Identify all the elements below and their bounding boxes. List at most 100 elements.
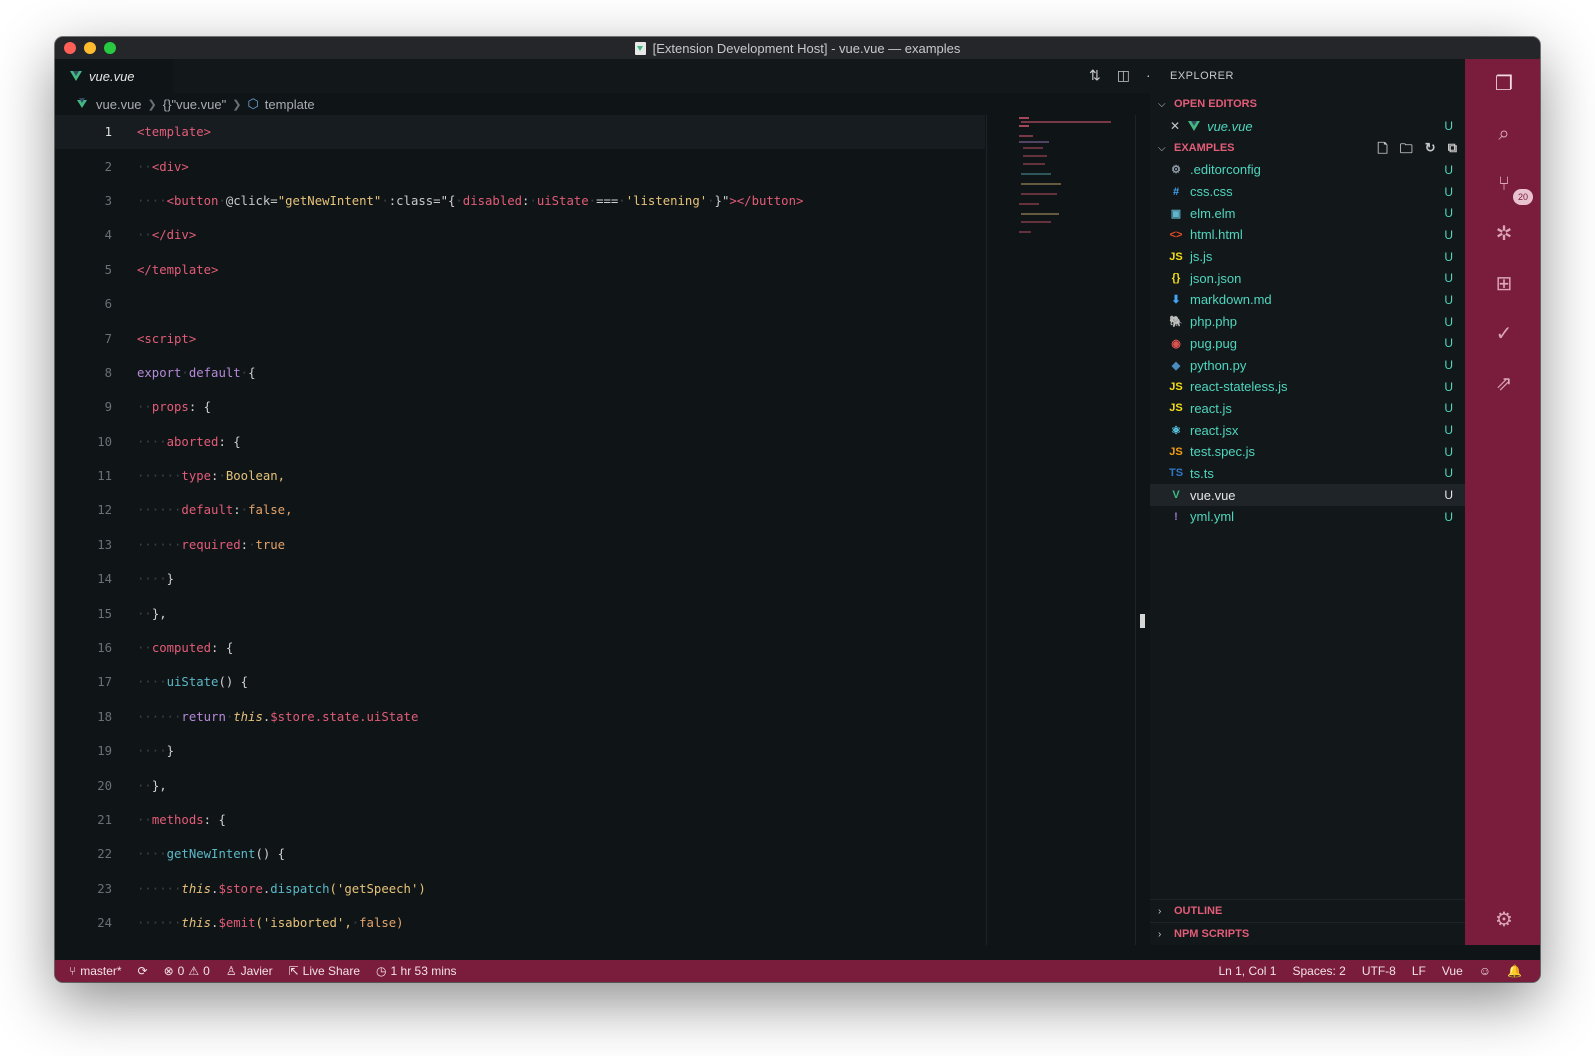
search-icon[interactable]: ⌕ xyxy=(1491,121,1517,147)
user-indicator[interactable]: ♙ Javier xyxy=(226,964,273,978)
indentation[interactable]: Spaces: 2 xyxy=(1292,964,1345,978)
code-line: 20 ··}, xyxy=(55,768,985,802)
code-token: 'listening' xyxy=(625,193,708,208)
breadcrumb-file[interactable]: vue.vue xyxy=(96,97,142,112)
file-name: elm.elm xyxy=(1190,205,1236,221)
line-number: 4 xyxy=(104,228,112,243)
file-tree-item[interactable]: ⚙ .editorconfig U xyxy=(1150,159,1465,181)
sidebar-bottom-sections: › OUTLINE › NPM SCRIPTS xyxy=(1150,899,1465,945)
close-icon[interactable]: ✕ xyxy=(1170,119,1180,133)
section-label: OUTLINE xyxy=(1174,905,1223,917)
window-controls xyxy=(64,42,116,54)
file-tree-item[interactable]: TS ts.ts U xyxy=(1150,463,1465,485)
tab-label: vue.vue xyxy=(89,68,135,84)
file-tree-item[interactable]: ▣ elm.elm U xyxy=(1150,202,1465,224)
outline-header[interactable]: › OUTLINE xyxy=(1150,899,1465,922)
split-editor-icon[interactable]: ◫ xyxy=(1117,67,1130,84)
code-token: methods xyxy=(151,813,204,827)
activity-bar: ❐ ⌕ ⑂ 20 ✲ ⊞ ✓ ⇗ ⚙ xyxy=(1465,59,1540,945)
code-token: uiState xyxy=(166,675,219,690)
settings-gear-icon[interactable]: ⚙ xyxy=(1491,907,1517,933)
language-mode[interactable]: Vue xyxy=(1442,964,1463,978)
time-tracker[interactable]: ◷ 1 hr 53 mins xyxy=(376,964,457,978)
file-tree-item[interactable]: {} json.json U xyxy=(1150,267,1465,289)
close-window-button[interactable] xyxy=(64,42,76,54)
file-tree-item[interactable]: JS test.spec.js U xyxy=(1150,441,1465,463)
file-tree-item[interactable]: Vvue.vue U xyxy=(1150,484,1465,506)
file-name: .editorconfig xyxy=(1190,162,1261,178)
file-tree-item[interactable]: ⚛ react.jsx U xyxy=(1150,419,1465,441)
file-name: php.php xyxy=(1190,314,1237,330)
end-of-line[interactable]: LF xyxy=(1412,964,1426,978)
cursor-position[interactable]: Ln 1, Col 1 xyxy=(1218,964,1276,978)
js-icon: JS xyxy=(1169,250,1183,263)
encoding[interactable]: UTF-8 xyxy=(1362,964,1396,978)
code-token: <template> xyxy=(137,125,212,140)
code-line: 24 ······this.$emit('isaborted',·false) xyxy=(55,906,985,940)
examples-header[interactable]: ⌵ EXAMPLES 🗋 🗀 ↻ ⧉ xyxy=(1150,137,1465,159)
code-line: 5 </template> xyxy=(55,253,985,287)
code-token: props xyxy=(151,400,189,415)
js-icon: JS xyxy=(1169,402,1183,415)
git-status-badge: U xyxy=(1444,271,1453,286)
file-tree-item[interactable]: JS react-stateless.js U xyxy=(1150,376,1465,398)
npm-scripts-header[interactable]: › NPM SCRIPTS xyxy=(1150,922,1465,945)
sync-icon[interactable]: ⟳ xyxy=(138,964,148,978)
files-icon[interactable]: ❐ xyxy=(1491,71,1517,97)
file-tree-item[interactable]: ◆ python.py U xyxy=(1150,354,1465,376)
code-line: 21 ··methods: { xyxy=(55,803,985,837)
line-number: 20 xyxy=(97,778,112,793)
debug-icon[interactable]: ✲ xyxy=(1491,221,1517,247)
open-editor-item[interactable]: ✕ vue.vue U xyxy=(1150,115,1465,137)
code-token: default xyxy=(188,365,241,380)
line-number: 19 xyxy=(97,744,112,759)
compare-changes-icon[interactable]: ⇅ xyxy=(1089,67,1101,84)
file-tree-item[interactable]: JS js.js U xyxy=(1150,246,1465,268)
code-token: disabled xyxy=(462,193,523,208)
file-tree-item[interactable]: ⬇ markdown.md U xyxy=(1150,289,1465,311)
extensions-icon[interactable]: ⊞ xyxy=(1491,271,1517,297)
notifications-bell-icon[interactable]: 🔔 xyxy=(1507,964,1522,978)
code-editor[interactable]: 1 <template> 2 ··<div> 3 ····<button·@cl… xyxy=(55,115,985,945)
code-line: 19 ····} xyxy=(55,734,985,768)
code-token: "getNewIntent" xyxy=(277,193,382,208)
code-line: 14 ····} xyxy=(55,562,985,596)
line-number: 16 xyxy=(97,641,112,656)
chevron-right-icon: ❯ xyxy=(147,98,157,111)
code-token: : { xyxy=(188,400,212,415)
breadcrumb-node[interactable]: template xyxy=(265,97,315,112)
git-status-badge: U xyxy=(1444,488,1453,503)
open-editors-header[interactable]: ⌵ OPEN EDITORS xyxy=(1150,93,1465,115)
maximize-window-button[interactable] xyxy=(104,42,116,54)
scrollbar-thumb[interactable] xyxy=(1140,614,1145,628)
line-number: 2 xyxy=(104,159,112,174)
source-control-icon[interactable]: ⑂ 20 xyxy=(1491,171,1533,205)
file-tree-item[interactable]: 🐘 php.php U xyxy=(1150,311,1465,333)
test-icon[interactable]: ✓ xyxy=(1491,321,1517,347)
breadcrumb-object[interactable]: {}"vue.vue" xyxy=(163,97,226,112)
problems-indicator[interactable]: ⊗ 0 ⚠ 0 xyxy=(164,964,210,978)
vscode-window: [Extension Development Host] - vue.vue —… xyxy=(55,37,1540,982)
live-share-button[interactable]: ⇱ Live Share xyxy=(289,964,360,978)
html-icon: <> xyxy=(1169,228,1183,241)
live-share-icon[interactable]: ⇗ xyxy=(1491,371,1517,397)
tab-vue-vue[interactable]: vue.vue xyxy=(55,59,173,93)
file-tree-item[interactable]: <> html.html U xyxy=(1150,224,1465,246)
editor-scrollbar[interactable] xyxy=(1135,115,1136,945)
feedback-smiley-icon[interactable]: ☺ xyxy=(1479,964,1491,978)
file-name: react.jsx xyxy=(1190,422,1239,438)
file-tree-item[interactable]: # css.css U xyxy=(1150,181,1465,203)
code-line: 8 export·default·{ xyxy=(55,356,985,390)
line-number: 3 xyxy=(104,193,112,208)
file-tree-item[interactable]: ! yml.yml U xyxy=(1150,506,1465,528)
code-token: } xyxy=(166,572,175,587)
file-tree-item[interactable]: ◉ pug.pug U xyxy=(1150,333,1465,355)
json-icon: {} xyxy=(1171,272,1181,285)
git-branch[interactable]: ⑂ master* xyxy=(69,964,122,978)
minimize-window-button[interactable] xyxy=(84,42,96,54)
code-line: 3 ····<button·@click="getNewIntent"·:cla… xyxy=(55,184,985,218)
minimap[interactable] xyxy=(986,115,1135,945)
code-line: 1 <template> xyxy=(55,115,985,150)
code-token: }" xyxy=(714,193,730,208)
file-tree-item[interactable]: JS react.js U xyxy=(1150,398,1465,420)
